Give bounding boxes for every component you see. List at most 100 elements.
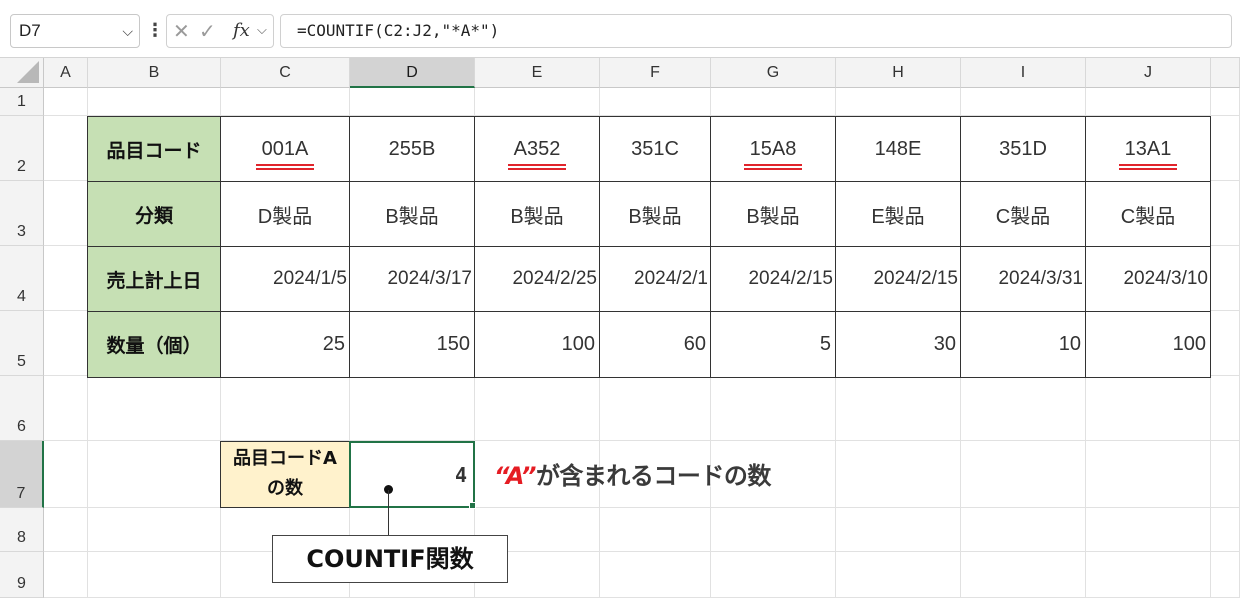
- row-label-cell[interactable]: 品目コード: [87, 116, 221, 182]
- cell-value: 001A: [255, 137, 315, 170]
- code-cell[interactable]: A352: [474, 116, 600, 182]
- formula-tools: ✕ ✓ fx ⌵: [166, 14, 274, 48]
- column-header-e[interactable]: E: [475, 58, 600, 88]
- column-header-c[interactable]: C: [221, 58, 350, 88]
- cell-value: 351D: [999, 137, 1047, 160]
- result-label-line1: 品目コードA: [233, 448, 337, 469]
- select-all-button[interactable]: [0, 58, 44, 88]
- cell-value: 30: [933, 333, 956, 355]
- annotation-highlight: “A”: [494, 462, 536, 490]
- row-header-7[interactable]: 7: [0, 441, 44, 508]
- date-cell[interactable]: 2024/2/1: [599, 246, 711, 312]
- date-cell[interactable]: 2024/3/10: [1085, 246, 1211, 312]
- cell-value: 255B: [388, 137, 436, 160]
- row-header-5[interactable]: 5: [0, 311, 44, 376]
- quantity-cell[interactable]: 5: [710, 311, 836, 378]
- column-header-h[interactable]: H: [836, 58, 961, 88]
- quantity-cell[interactable]: 10: [960, 311, 1086, 378]
- chevron-down-icon[interactable]: ⌵: [122, 15, 133, 47]
- column-header-b[interactable]: B: [88, 58, 221, 88]
- column-header-i[interactable]: I: [961, 58, 1086, 88]
- quantity-cell[interactable]: 150: [349, 311, 475, 378]
- formula-input[interactable]: =COUNTIF(C2:J2,"*A*"): [280, 14, 1232, 48]
- cell-value: 10: [1058, 333, 1081, 355]
- annotation-rest: が含まれるコードの数: [535, 462, 772, 490]
- cell-value: 2024/1/5: [273, 268, 347, 289]
- category-cell[interactable]: C製品: [1085, 181, 1211, 247]
- date-cell[interactable]: 2024/1/5: [220, 246, 350, 312]
- cell-value: D製品: [257, 205, 313, 228]
- cell-value: B製品: [510, 205, 564, 228]
- date-cell[interactable]: 2024/2/15: [835, 246, 961, 312]
- cell-value: 2024/2/1: [634, 268, 708, 289]
- date-cell[interactable]: 2024/2/15: [710, 246, 836, 312]
- chevron-down-icon[interactable]: ⌵: [257, 15, 267, 47]
- date-cell[interactable]: 2024/3/31: [960, 246, 1086, 312]
- cell-value: B製品: [385, 205, 439, 228]
- quantity-cell[interactable]: 30: [835, 311, 961, 378]
- row-label-cell[interactable]: 分類: [87, 181, 221, 247]
- cell-value: 2024/2/15: [748, 268, 833, 289]
- name-box[interactable]: D7 ⌵: [10, 14, 140, 48]
- row-label: 売上計上日: [106, 269, 202, 292]
- result-cell[interactable]: 4: [349, 441, 475, 508]
- code-cell[interactable]: 351D: [960, 116, 1086, 182]
- column-header-extra[interactable]: [1211, 58, 1240, 88]
- result-label-cell[interactable]: 品目コードA の数: [220, 441, 350, 508]
- row-header-2[interactable]: 2: [0, 116, 44, 181]
- leader-line: [388, 490, 389, 536]
- quantity-cell[interactable]: 100: [1085, 311, 1211, 378]
- category-cell[interactable]: B製品: [349, 181, 475, 247]
- cell-value: B製品: [746, 205, 800, 228]
- function-callout-box: COUNTIF関数: [272, 535, 508, 583]
- quantity-cell[interactable]: 100: [474, 311, 600, 378]
- code-cell[interactable]: 255B: [349, 116, 475, 182]
- quantity-cell[interactable]: 60: [599, 311, 711, 378]
- more-options-icon[interactable]: ⋮: [146, 16, 164, 46]
- cell-value: A352: [507, 137, 567, 170]
- row-header-4[interactable]: 4: [0, 246, 44, 311]
- cancel-icon[interactable]: ✕: [173, 15, 190, 47]
- date-cell[interactable]: 2024/3/17: [349, 246, 475, 312]
- column-header-g[interactable]: G: [711, 58, 836, 88]
- row-header-8[interactable]: 8: [0, 508, 44, 552]
- row-label: 分類: [134, 204, 173, 227]
- cell-value: 60: [683, 333, 706, 355]
- row-header-6[interactable]: 6: [0, 376, 44, 441]
- column-header-a[interactable]: A: [44, 58, 88, 88]
- insert-function-icon[interactable]: fx: [233, 15, 250, 47]
- cell-value: B製品: [628, 205, 682, 228]
- column-header-d[interactable]: D: [350, 58, 475, 88]
- category-cell[interactable]: D製品: [220, 181, 350, 247]
- quantity-cell[interactable]: 25: [220, 311, 350, 378]
- cell-value: 2024/3/10: [1123, 268, 1208, 289]
- code-cell[interactable]: 148E: [835, 116, 961, 182]
- code-cell[interactable]: 351C: [599, 116, 711, 182]
- grid-hline: [44, 551, 1240, 552]
- code-cell[interactable]: 001A: [220, 116, 350, 182]
- row-label-cell[interactable]: 売上計上日: [87, 246, 221, 312]
- row-header-9[interactable]: 9: [0, 552, 44, 598]
- row-header-1[interactable]: 1: [0, 88, 44, 116]
- row-label-cell[interactable]: 数量（個）: [87, 311, 221, 378]
- category-cell[interactable]: B製品: [474, 181, 600, 247]
- row-header-3[interactable]: 3: [0, 181, 44, 246]
- category-cell[interactable]: C製品: [960, 181, 1086, 247]
- cell-value: 100: [1172, 333, 1206, 355]
- code-cell[interactable]: 13A1: [1085, 116, 1211, 182]
- cell-value: 15A8: [743, 137, 803, 170]
- date-cell[interactable]: 2024/2/25: [474, 246, 600, 312]
- column-header-f[interactable]: F: [600, 58, 711, 88]
- result-value: 4: [454, 462, 467, 487]
- category-cell[interactable]: B製品: [710, 181, 836, 247]
- column-header-j[interactable]: J: [1086, 58, 1211, 88]
- fill-handle[interactable]: [469, 502, 476, 509]
- check-icon[interactable]: ✓: [199, 15, 216, 47]
- cell-value: 2024/2/25: [512, 268, 597, 289]
- category-cell[interactable]: B製品: [599, 181, 711, 247]
- cell-value: 25: [322, 333, 345, 355]
- cell-value: C製品: [1120, 205, 1176, 228]
- code-cell[interactable]: 15A8: [710, 116, 836, 182]
- category-cell[interactable]: E製品: [835, 181, 961, 247]
- formula-bar: D7 ⌵ ⋮ ✕ ✓ fx ⌵ =COUNTIF(C2:J2,"*A*"): [0, 0, 1240, 58]
